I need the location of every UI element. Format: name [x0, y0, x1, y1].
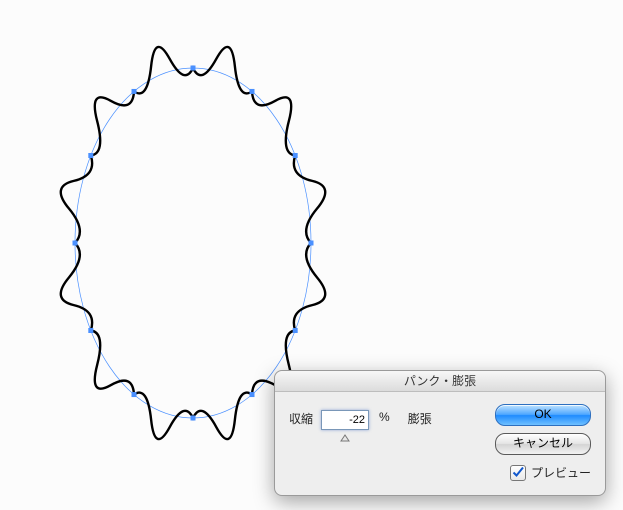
value-wrap — [321, 410, 369, 442]
pucker-label: 収縮 — [289, 410, 313, 427]
cancel-button[interactable]: キャンセル — [495, 433, 591, 455]
button-column: OK キャンセル プレビュー — [495, 404, 591, 481]
preview-row: プレビュー — [495, 464, 591, 481]
dialog-body: 収縮 % 膨張 OK キャンセル プレビュー — [275, 392, 605, 495]
checkmark-icon — [511, 465, 525, 479]
percent-label: % — [379, 410, 390, 424]
ok-button[interactable]: OK — [495, 404, 591, 426]
params-row: 収縮 % 膨張 — [289, 404, 495, 481]
amount-input[interactable] — [321, 410, 369, 430]
pucker-bloat-dialog: パンク・膨張 収縮 % 膨張 OK キャンセル プレビュー — [274, 370, 606, 496]
preview-checkbox[interactable] — [510, 465, 526, 481]
dialog-title: パンク・膨張 — [275, 371, 605, 392]
slider-handle-icon[interactable] — [340, 434, 350, 442]
preview-label: プレビュー — [531, 464, 591, 481]
bloat-label: 膨張 — [408, 410, 432, 427]
